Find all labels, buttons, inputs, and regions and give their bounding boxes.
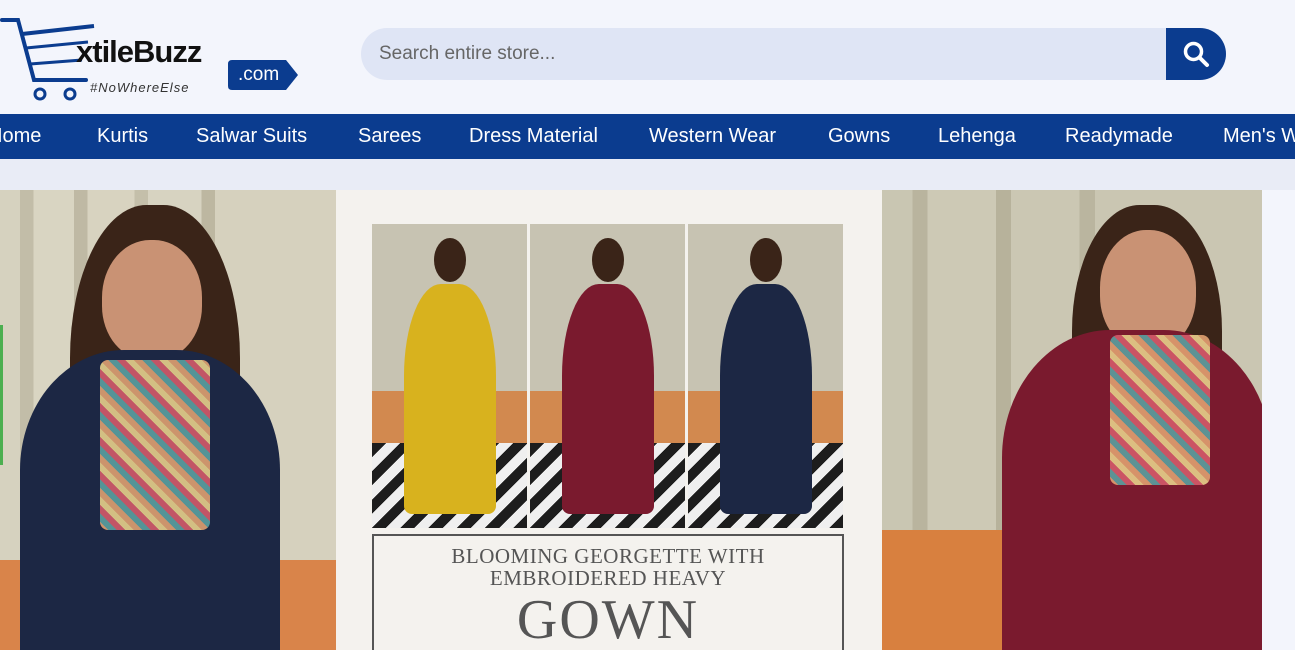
site-logo[interactable]: xtileBuzz #NoWhereElse .com: [0, 6, 310, 106]
thumbnail-navy-gown: [688, 224, 843, 528]
thumbnail-maroon-gown: [530, 224, 685, 528]
product-thumbnails: [372, 224, 844, 528]
banner-left-photo: [0, 190, 336, 650]
nav-shadow-strip: [0, 159, 1295, 190]
banner-product-card: BLOOMING GEORGETTE WITH EMBROIDERED HEAV…: [336, 190, 882, 650]
nav-item-salwar-suits[interactable]: Salwar Suits: [196, 114, 307, 159]
search-button[interactable]: [1166, 28, 1226, 80]
nav-item-gowns[interactable]: Gowns: [828, 114, 890, 159]
nav-item-mens-wear[interactable]: Men's Wear: [1223, 114, 1295, 159]
site-header: xtileBuzz #NoWhereElse .com: [0, 0, 1295, 114]
nav-item-dress-material[interactable]: Dress Material: [469, 114, 598, 159]
nav-item-kurtis[interactable]: Kurtis: [97, 114, 148, 159]
nav-item-lehenga[interactable]: Lehenga: [938, 114, 1016, 159]
banner-right-photo: [882, 190, 1262, 650]
search-icon: [1183, 41, 1209, 67]
thumbnail-yellow-gown: [372, 224, 527, 528]
banner-caption: BLOOMING GEORGETTE WITH EMBROIDERED HEAV…: [372, 534, 844, 650]
hero-banner[interactable]: BLOOMING GEORGETTE WITH EMBROIDERED HEAV…: [0, 190, 1262, 650]
nav-item-western-wear[interactable]: Western Wear: [649, 114, 776, 159]
nav-item-sarees[interactable]: Sarees: [358, 114, 421, 159]
nav-item-home[interactable]: Home: [0, 114, 41, 159]
model-maroon-gown: [942, 200, 1262, 650]
nav-item-readymade[interactable]: Readymade: [1065, 114, 1173, 159]
logo-wordmark: xtileBuzz: [76, 34, 202, 69]
logo-domain-badge: .com: [228, 58, 300, 92]
side-feedback-tab[interactable]: [0, 325, 3, 465]
caption-title: GOWN: [516, 589, 700, 650]
logo-tagline: #NoWhereElse: [90, 80, 190, 95]
main-navigation: Home Kurtis Salwar Suits Sarees Dress Ma…: [0, 114, 1295, 159]
search-input[interactable]: [361, 28, 1171, 80]
search-bar: [361, 28, 1226, 80]
model-navy-gown: [20, 200, 310, 650]
logo-domain-text: .com: [238, 64, 280, 85]
